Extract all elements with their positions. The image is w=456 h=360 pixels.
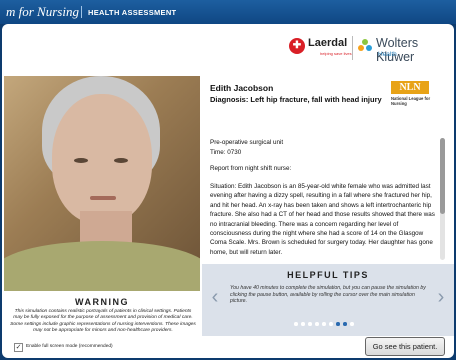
laerdal-tagline: helping save lives xyxy=(320,51,352,56)
fullscreen-checkbox[interactable]: ✓ xyxy=(14,343,23,352)
app-header: m for Nursing HEALTH ASSESSMENT xyxy=(0,0,456,24)
pagination-dot[interactable] xyxy=(322,322,326,326)
report-from: Report from night shift nurse: xyxy=(210,165,292,172)
patient-photo xyxy=(4,76,200,291)
nln-logo: NLN National League for Nursing xyxy=(391,81,435,111)
situation-text: Situation: Edith Jacobson is an 85-year-… xyxy=(210,183,435,256)
patient-name: Edith Jacobson xyxy=(210,83,274,93)
module-title: HEALTH ASSESSMENT xyxy=(88,8,177,17)
header-divider xyxy=(81,6,82,18)
helpful-tips: HELPFUL TIPS ‹ You have 40 minutes to co… xyxy=(202,264,454,336)
patient-report: Edith Jacobson Diagnosis: Left hip fract… xyxy=(202,76,447,264)
fullscreen-label: Enable full screen mode (recommended) xyxy=(26,344,113,349)
wolters-kluwer-icon xyxy=(358,39,372,51)
scrollbar-thumb[interactable] xyxy=(440,138,445,214)
pagination-dot[interactable] xyxy=(336,322,340,326)
report-time: Time: 0730 xyxy=(210,149,242,156)
chevron-left-icon[interactable]: ‹ xyxy=(208,286,222,308)
intro-panel: ✚ Laerdal helping save lives Wolters Klu… xyxy=(2,24,454,358)
wolters-kluwer-logo: Wolters Kluwer xyxy=(376,36,419,64)
patient-diagnosis: Diagnosis: Left hip fracture, fall with … xyxy=(210,95,382,104)
pagination-dot[interactable] xyxy=(308,322,312,326)
laerdal-logo: Laerdal xyxy=(308,37,348,49)
laerdal-logo-icon: ✚ xyxy=(289,38,305,54)
warning-body: This simulation contains realistic portr… xyxy=(10,309,196,334)
logo-divider xyxy=(352,36,353,60)
report-scrollbar[interactable] xyxy=(440,138,445,260)
warning-box: WARNING This simulation contains realist… xyxy=(4,291,200,336)
wolters-kluwer-health: Health xyxy=(378,51,397,58)
warning-title: WARNING xyxy=(75,297,129,307)
pagination-dot[interactable] xyxy=(315,322,319,326)
pagination-dot[interactable] xyxy=(329,322,333,326)
pagination-dot[interactable] xyxy=(294,322,298,326)
tips-title: HELPFUL TIPS xyxy=(287,270,369,280)
go-see-patient-button[interactable]: Go see this patient. xyxy=(365,337,445,356)
pagination-dot[interactable] xyxy=(301,322,305,326)
app-brand: m for Nursing xyxy=(6,4,79,19)
nln-text: National League for Nursing xyxy=(391,96,431,106)
footer: ✓ Enable full screen mode (recommended) … xyxy=(4,336,454,358)
chevron-right-icon[interactable]: › xyxy=(434,286,448,308)
tips-body: You have 40 minutes to complete the simu… xyxy=(230,285,426,305)
pagination-dot[interactable] xyxy=(350,322,354,326)
nln-mark: NLN xyxy=(391,81,429,94)
care-unit: Pre-operative surgical unit xyxy=(210,139,284,146)
pagination-dot[interactable] xyxy=(343,322,347,326)
